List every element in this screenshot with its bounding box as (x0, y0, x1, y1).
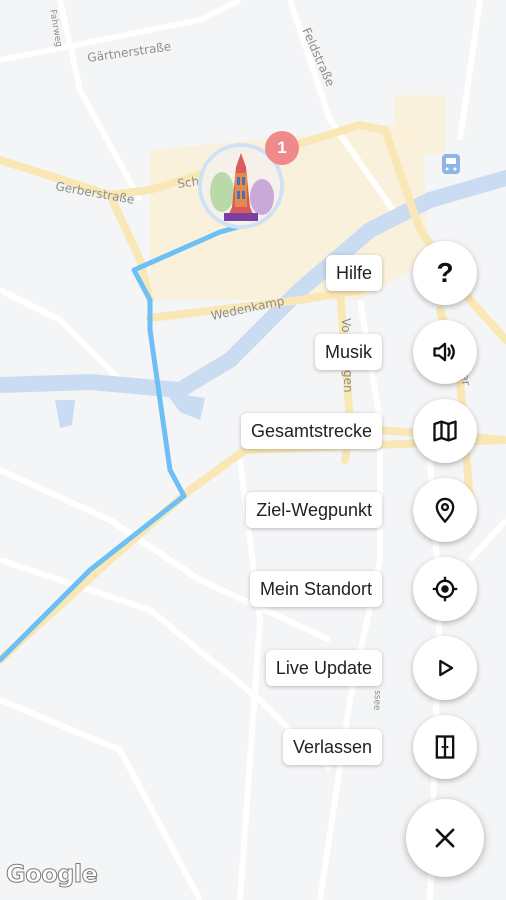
play-icon (439, 659, 454, 677)
my-location-icon (432, 576, 458, 602)
exit-label[interactable]: Verlassen (282, 729, 382, 765)
exit-door-icon (435, 735, 455, 759)
full-route-label[interactable]: Gesamtstrecke (240, 413, 382, 449)
action-row-live-update: Live Update (0, 636, 506, 700)
train-station-icon (442, 154, 460, 174)
help-button[interactable]: ? (413, 241, 477, 305)
volume-icon (433, 342, 455, 362)
live-update-label[interactable]: Live Update (265, 650, 382, 686)
action-row-exit: Verlassen (0, 715, 506, 779)
target-waypoint-label[interactable]: Ziel-Wegpunkt (246, 492, 382, 528)
action-row-help: Hilfe ? (0, 241, 506, 305)
close-icon (435, 828, 455, 848)
map-icon (433, 420, 457, 442)
music-label[interactable]: Musik (314, 334, 382, 370)
live-update-button[interactable] (413, 636, 477, 700)
target-waypoint-button[interactable] (413, 478, 477, 542)
google-logo: Google (5, 860, 98, 889)
action-row-full-route: Gesamtstrecke (0, 399, 506, 463)
music-button[interactable] (413, 320, 477, 384)
full-route-button[interactable] (413, 399, 477, 463)
exit-button[interactable] (413, 715, 477, 779)
action-row-target-waypoint: Ziel-Wegpunkt (0, 478, 506, 542)
location-pin-icon (435, 497, 455, 523)
close-menu-button[interactable] (406, 799, 484, 877)
help-label[interactable]: Hilfe (325, 255, 382, 291)
my-location-label[interactable]: Mein Standort (249, 571, 382, 607)
action-row-my-location: Mein Standort (0, 557, 506, 621)
help-icon: ? (436, 257, 454, 288)
my-location-button[interactable] (413, 557, 477, 621)
action-row-music: Musik (0, 320, 506, 384)
notification-badge: 1 (265, 131, 299, 165)
